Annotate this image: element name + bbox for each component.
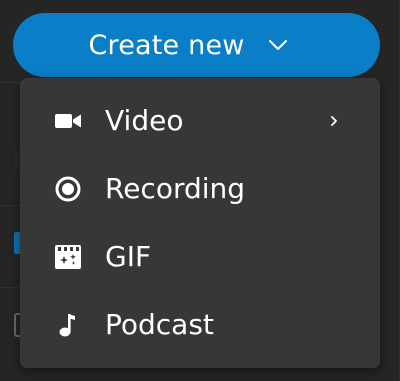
create-new-label: Create new <box>88 29 245 61</box>
record-icon <box>54 175 82 203</box>
music-note-icon <box>54 311 82 339</box>
menu-item-label: Recording <box>105 172 246 205</box>
gif-clapper-icon <box>54 243 82 271</box>
menu-item-label: Video <box>105 104 184 137</box>
menu-item-label: GIF <box>105 240 152 273</box>
menu-item-gif[interactable]: GIF <box>20 223 380 291</box>
menu-item-recording[interactable]: Recording <box>20 155 380 223</box>
video-camera-icon <box>54 107 82 135</box>
create-new-menu: Video Recording GIF Podcast <box>20 78 380 368</box>
create-new-button[interactable]: Create new <box>13 13 380 77</box>
menu-item-video[interactable]: Video <box>20 87 380 155</box>
menu-item-podcast[interactable]: Podcast <box>20 291 380 359</box>
chevron-right-icon <box>328 114 340 128</box>
menu-item-label: Podcast <box>105 308 214 341</box>
chevron-down-icon <box>267 34 289 56</box>
